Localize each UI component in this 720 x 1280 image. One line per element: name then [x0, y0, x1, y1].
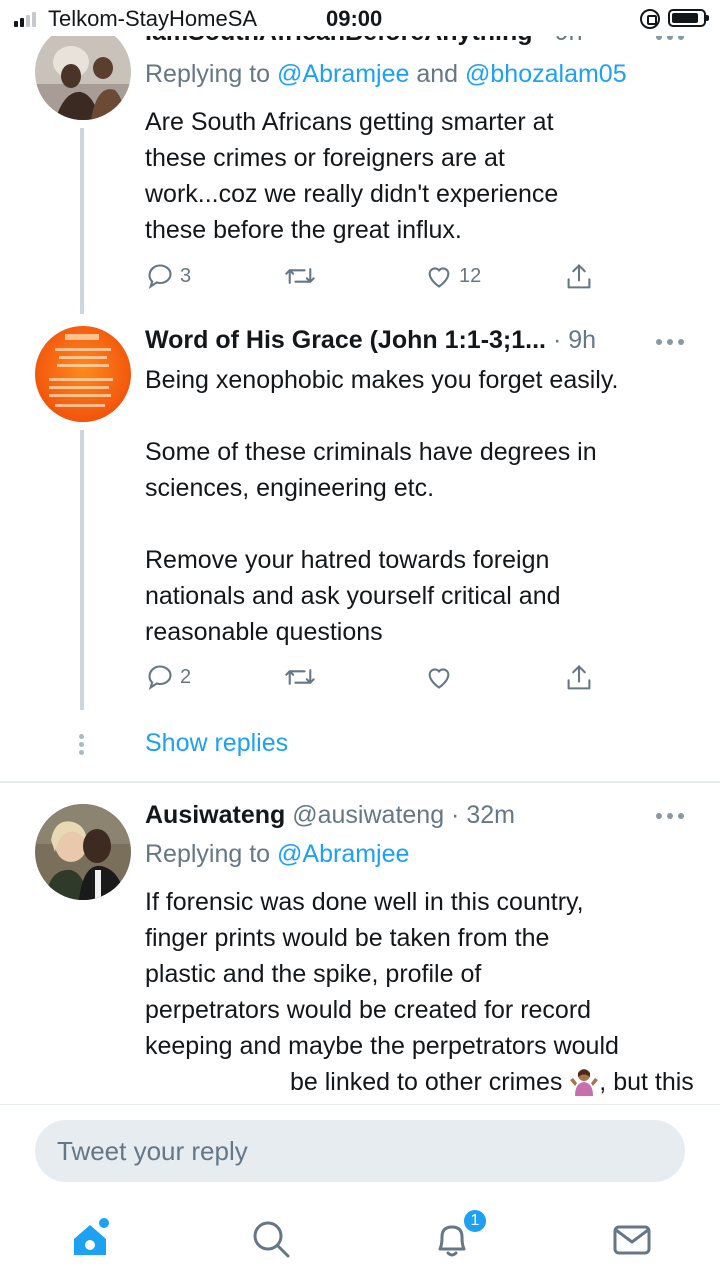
tweet-feed: IamSouthAfricanBeforeAnything · 9h Reply… — [0, 0, 720, 1104]
more-options-icon[interactable] — [656, 339, 684, 347]
battery-icon — [668, 9, 709, 27]
user-handle[interactable]: @ausiwateng — [292, 801, 444, 829]
reply-icon — [148, 264, 172, 290]
display-name[interactable]: Ausiwateng — [145, 801, 285, 829]
retweet-button[interactable] — [284, 663, 316, 691]
tweet-reply-input[interactable] — [35, 1120, 685, 1182]
reply-button[interactable]: 3 — [146, 262, 191, 290]
divider — [0, 781, 720, 783]
tweet-text: If forensic was done well in this countr… — [145, 888, 694, 1096]
bottom-bar — [0, 1104, 720, 1280]
avatar-user-2[interactable] — [35, 326, 131, 422]
retweet-icon — [285, 669, 315, 685]
mail-icon — [613, 1225, 651, 1255]
shrug-emoji-icon — [569, 1066, 599, 1096]
tweet-text: Being xenophobic makes you forget easily… — [145, 366, 619, 646]
like-button[interactable] — [425, 663, 453, 691]
retweet-icon — [285, 268, 315, 284]
notification-badge: 1 — [462, 1208, 488, 1234]
share-button[interactable] — [565, 663, 593, 693]
show-replies-link[interactable]: Show replies — [145, 729, 288, 758]
status-time: 09:00 — [326, 6, 383, 31]
like-button[interactable]: 12 — [425, 262, 481, 290]
replying-to: Replying to @Abramjee — [145, 840, 410, 868]
avatar-user-1[interactable] — [35, 24, 131, 120]
more-replies-dots-icon — [79, 734, 85, 756]
timestamp: 32m — [466, 801, 515, 829]
heart-icon — [428, 668, 450, 689]
tweet-header: Word of His Grace (John 1:1-3;1... · 9h — [145, 326, 597, 354]
carrier-name: Telkom-StayHomeSA — [48, 6, 258, 31]
signal-strength-icon — [14, 11, 42, 27]
home-icon — [74, 1218, 109, 1255]
retweet-button[interactable] — [284, 262, 316, 290]
share-icon — [567, 264, 591, 289]
timestamp: 9h — [568, 326, 597, 354]
share-icon — [567, 665, 591, 690]
more-options-icon[interactable] — [656, 813, 684, 821]
status-bar: Telkom-StayHomeSA 09:00 — [0, 0, 720, 36]
replying-to: Replying to @Abramjee and @bhozalam05 — [145, 60, 627, 88]
thread-connector — [80, 430, 84, 710]
mention-link[interactable]: @bhozalam05 — [465, 60, 627, 88]
tweet-header: Ausiwateng @ausiwateng · 32m — [145, 801, 515, 829]
avatar-user-3[interactable] — [35, 804, 131, 900]
display-name[interactable]: Word of His Grace (John 1:1-3;1... — [145, 326, 546, 354]
search-icon — [253, 1221, 290, 1258]
tweet-text: Are South Africans getting smarter at th… — [145, 108, 559, 244]
rotation-lock-icon — [640, 9, 660, 29]
tab-home[interactable] — [68, 1217, 112, 1261]
heart-icon — [428, 267, 450, 288]
share-button[interactable] — [565, 262, 593, 292]
thread-connector — [80, 128, 84, 314]
mention-link[interactable]: @Abramjee — [277, 840, 409, 868]
mention-link[interactable]: @Abramjee — [277, 60, 409, 88]
tab-messages[interactable] — [610, 1217, 654, 1261]
reply-icon — [148, 665, 172, 691]
tab-search[interactable] — [249, 1217, 293, 1261]
reply-button[interactable]: 2 — [146, 663, 191, 691]
